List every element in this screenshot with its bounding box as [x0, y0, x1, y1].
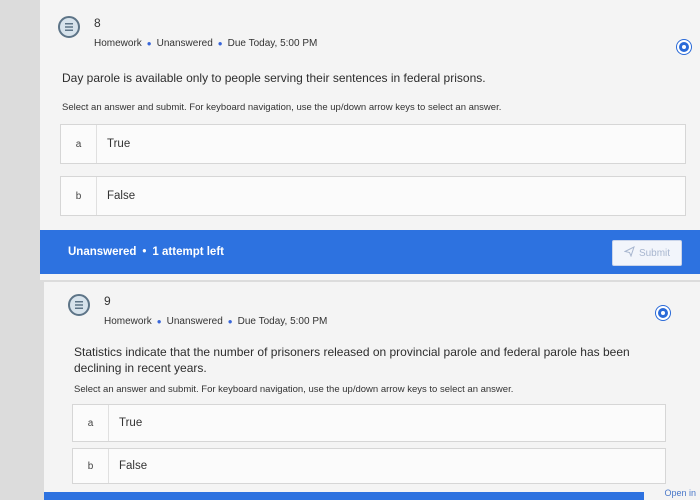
- question-number: 9: [104, 294, 111, 308]
- question-instructions: Select an answer and submit. For keyboar…: [62, 102, 502, 113]
- submit-label: Submit: [638, 247, 671, 259]
- option-letter: a: [73, 405, 109, 441]
- option-b[interactable]: b False: [60, 176, 686, 216]
- submit-button[interactable]: Submit: [612, 240, 682, 266]
- question-meta: Homework ● Unanswered ● Due Today, 5:00 PM: [94, 38, 317, 49]
- option-letter: a: [61, 125, 97, 163]
- option-b[interactable]: b False: [72, 448, 666, 484]
- radio-dot-icon[interactable]: [677, 40, 691, 54]
- status-bar: [44, 492, 700, 500]
- option-text: False: [119, 460, 148, 472]
- option-a[interactable]: a True: [72, 404, 666, 442]
- question-due: Due Today, 5:00 PM: [227, 38, 318, 49]
- question-text: Day parole is available only to people s…: [62, 71, 486, 85]
- list-icon: [68, 294, 90, 316]
- question-card-9: 9 Homework ● Unanswered ● Due Today, 5:00 PM…: [44, 282, 700, 500]
- question-card-8: 8 Homework ● Unanswered ● Due Today, 5:00 PM…: [40, 0, 700, 280]
- question-status: Unanswered: [166, 316, 223, 327]
- question-number: 8: [94, 16, 101, 30]
- separator-dot-icon: ●: [146, 39, 152, 48]
- separator-dot-icon: ●: [227, 317, 233, 326]
- open-in-button[interactable]: Open in: [644, 488, 700, 500]
- option-letter: b: [73, 449, 109, 483]
- send-icon: [623, 246, 635, 260]
- attempts-left: 1 attempt left: [152, 246, 224, 258]
- radio-dot-icon[interactable]: [656, 306, 670, 320]
- status-text: Unanswered • 1 attempt left: [40, 246, 224, 258]
- list-icon: [58, 16, 80, 38]
- separator-dot-icon: ●: [217, 39, 223, 48]
- status-state: Unanswered: [68, 246, 137, 258]
- option-text: True: [107, 138, 131, 150]
- option-text: False: [107, 190, 136, 202]
- status-bar: Unanswered • 1 attempt left Submit: [40, 230, 700, 274]
- question-text: Statistics indicate that the number of p…: [74, 345, 630, 375]
- question-status: Unanswered: [156, 38, 213, 49]
- option-text: True: [119, 417, 143, 429]
- option-letter: b: [61, 177, 97, 215]
- question-due: Due Today, 5:00 PM: [237, 316, 328, 327]
- question-type: Homework: [94, 38, 142, 49]
- question-meta: Homework ● Unanswered ● Due Today, 5:00 PM: [104, 316, 327, 327]
- option-a[interactable]: a True: [60, 124, 686, 164]
- separator-dot-icon: ●: [156, 317, 162, 326]
- question-type: Homework: [104, 316, 152, 327]
- question-instructions: Select an answer and submit. For keyboar…: [74, 384, 514, 395]
- separator-dot-icon: •: [142, 246, 147, 258]
